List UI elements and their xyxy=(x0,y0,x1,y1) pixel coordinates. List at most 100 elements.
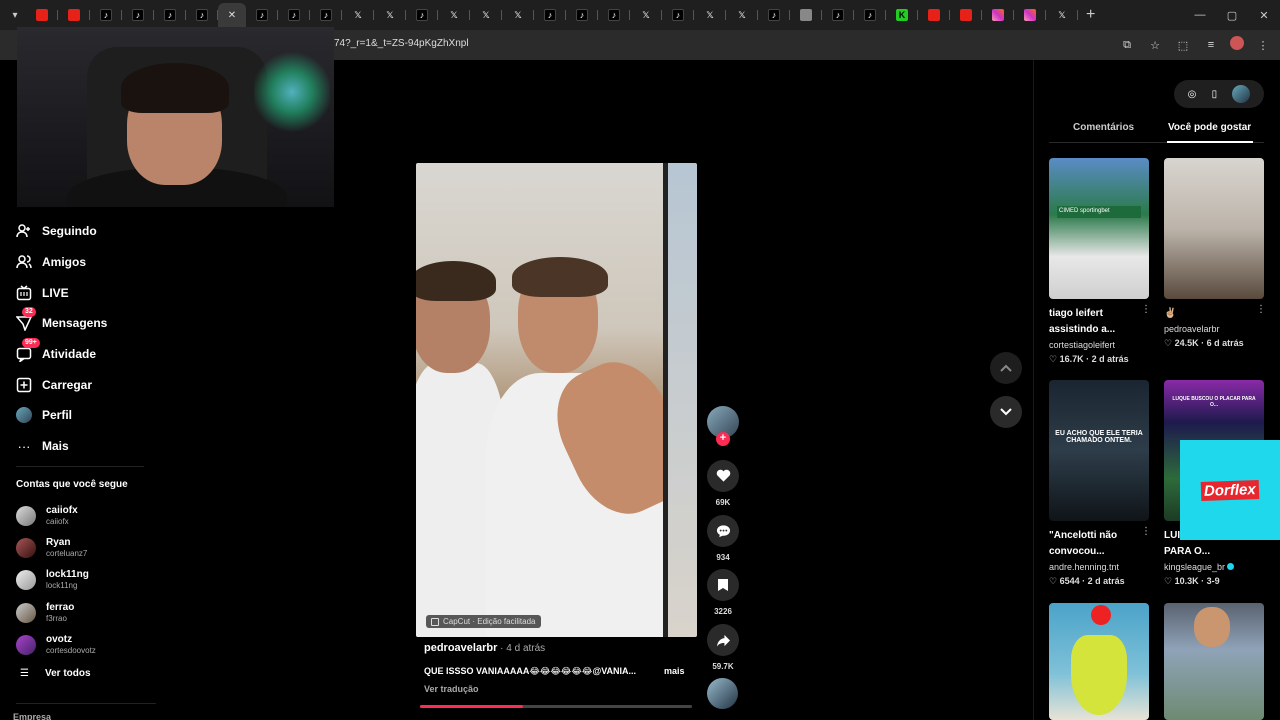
suggested-video-card[interactable] xyxy=(1164,603,1264,720)
tab-comments[interactable]: Comentários xyxy=(1073,122,1134,133)
browser-tab[interactable]: ♪ xyxy=(246,3,278,27)
browser-tab[interactable]: ♪ xyxy=(278,3,310,27)
card-author[interactable]: kingsleague_br xyxy=(1164,560,1264,574)
suggested-video-card[interactable]: EU ACHO QUE ELE TERIA CHAMADO ONTEM. "An… xyxy=(1049,380,1151,588)
close-tab-icon[interactable]: ✕ xyxy=(228,10,236,21)
account-item[interactable]: Ryan corteluanz7 xyxy=(16,532,156,564)
browser-tab[interactable]: ♪ xyxy=(122,3,154,27)
company-link[interactable]: Empresa xyxy=(13,712,51,720)
next-video-button[interactable] xyxy=(990,396,1022,428)
sidebar-item-more[interactable]: ··· Mais xyxy=(16,431,156,462)
follow-plus-icon[interactable]: + xyxy=(716,432,730,446)
video-progress-bar[interactable] xyxy=(420,705,692,708)
browser-tab[interactable]: ♪ xyxy=(186,3,218,27)
browser-tab[interactable]: 𝕏 xyxy=(1046,3,1078,27)
install-app-icon[interactable]: ⧉ xyxy=(1118,36,1136,54)
browser-menu-icon[interactable]: ⋮ xyxy=(1254,36,1272,54)
capcut-tag[interactable]: CapCut · Edição facilitada xyxy=(426,615,541,628)
sidebar-item-live[interactable]: LIVE xyxy=(16,277,156,308)
translate-button[interactable]: Ver tradução xyxy=(424,684,479,694)
caption-more-button[interactable]: mais xyxy=(664,666,685,676)
sidebar-item-activity[interactable]: 99+ Atividade xyxy=(16,338,156,370)
share-icon[interactable] xyxy=(707,624,739,656)
browser-tab[interactable] xyxy=(26,3,58,27)
suggested-video-card[interactable]: ✌🏼 pedroavelarbr ♡ 24.5K · 6 d atrás ⋮ xyxy=(1164,158,1266,350)
creator-avatar[interactable]: + xyxy=(707,406,739,446)
url-text[interactable]: 74?_r=1&_t=ZS-94pKgZhXnpl xyxy=(334,38,469,49)
card-author[interactable]: andre.henning.tnt xyxy=(1049,560,1149,574)
sidebar-item-friends[interactable]: Amigos xyxy=(16,247,156,278)
browser-tab[interactable]: K xyxy=(886,3,918,27)
browser-tab[interactable]: 𝕏 xyxy=(470,3,502,27)
minimize-button[interactable]: — xyxy=(1184,0,1216,30)
browser-tab[interactable]: ♪ xyxy=(534,3,566,27)
dorflex-ad-overlay[interactable]: Dorflex xyxy=(1180,440,1280,540)
sidebar-item-profile[interactable]: Perfil xyxy=(16,400,156,431)
compass-icon[interactable]: ◎ xyxy=(1188,89,1197,100)
browser-tab[interactable]: ♪ xyxy=(406,3,438,27)
browser-tab[interactable] xyxy=(918,3,950,27)
video-thumbnail[interactable] xyxy=(1164,603,1264,720)
browser-tab[interactable]: ♪ xyxy=(662,3,694,27)
browser-tab[interactable]: ♪ xyxy=(758,3,790,27)
comment-icon[interactable] xyxy=(707,515,739,547)
browser-tab[interactable]: ♪ xyxy=(310,3,342,27)
sidebar-item-upload[interactable]: Carregar xyxy=(16,369,156,400)
previous-video-button[interactable] xyxy=(990,352,1022,384)
suggested-video-card[interactable]: CIMED sportingbet tiago leifert assistin… xyxy=(1049,158,1151,366)
browser-tab[interactable]: 𝕏 xyxy=(694,3,726,27)
browser-tab[interactable]: 𝕏 xyxy=(502,3,534,27)
card-menu-icon[interactable]: ⋮ xyxy=(1141,304,1151,315)
card-menu-icon[interactable]: ⋮ xyxy=(1141,526,1151,537)
user-avatar[interactable] xyxy=(1232,85,1251,103)
heart-icon[interactable] xyxy=(707,460,739,492)
browser-tab[interactable]: ♪ xyxy=(566,3,598,27)
browser-tab[interactable] xyxy=(950,3,982,27)
account-item[interactable]: lock11ng lock11ng xyxy=(16,564,156,596)
account-item[interactable]: ferrao f3rrao xyxy=(16,597,156,629)
maximize-button[interactable]: ▢ xyxy=(1216,0,1248,30)
account-item[interactable]: ovotz cortesdoovotz xyxy=(16,629,156,661)
music-disc-avatar[interactable] xyxy=(707,678,738,709)
browser-tab[interactable]: ♪ xyxy=(854,3,886,27)
author-name[interactable]: pedroavelarbr xyxy=(424,642,497,654)
bookmark-star-icon[interactable]: ☆ xyxy=(1146,36,1164,54)
browser-tab[interactable]: ♪ xyxy=(154,3,186,27)
tab-search-dropdown[interactable]: ▾ xyxy=(4,4,26,26)
video-thumbnail[interactable]: EU ACHO QUE ELE TERIA CHAMADO ONTEM. xyxy=(1049,380,1149,521)
browser-tab[interactable]: 𝕏 xyxy=(630,3,662,27)
browser-tab[interactable] xyxy=(1014,3,1046,27)
browser-tab[interactable]: 𝕏 xyxy=(342,3,374,27)
browser-tab[interactable]: 𝕏 xyxy=(374,3,406,27)
card-author[interactable]: cortestiagoleifert xyxy=(1049,338,1149,352)
browser-tab[interactable] xyxy=(58,3,90,27)
account-item[interactable]: caiiofx caiiofx xyxy=(16,500,156,532)
browser-tab[interactable] xyxy=(982,3,1014,27)
video-thumbnail[interactable] xyxy=(1049,603,1149,720)
video-thumbnail[interactable] xyxy=(1164,158,1264,299)
extensions-icon[interactable]: ⬚ xyxy=(1174,36,1192,54)
browser-tab[interactable]: 𝕏 xyxy=(438,3,470,27)
see-all-button[interactable]: ☰ Ver todos xyxy=(20,668,91,679)
browser-tab[interactable] xyxy=(790,3,822,27)
suggested-video-card[interactable] xyxy=(1049,603,1149,720)
video-player[interactable]: CapCut · Edição facilitada xyxy=(416,163,697,637)
profile-avatar-icon[interactable] xyxy=(1230,36,1244,50)
sidebar-item-messages[interactable]: 32 Mensagens xyxy=(16,307,156,339)
browser-tab[interactable]: ♪ xyxy=(90,3,122,27)
browser-tab[interactable]: ♪ xyxy=(822,3,854,27)
phone-icon[interactable]: ▯ xyxy=(1212,89,1218,100)
browser-tab[interactable]: ♪ xyxy=(598,3,630,27)
sidebar-item-following[interactable]: Seguindo xyxy=(16,216,156,247)
media-controls-icon[interactable]: ≡ xyxy=(1202,36,1220,54)
browser-tab[interactable]: 𝕏 xyxy=(726,3,758,27)
tab-you-may-like[interactable]: Você pode gostar xyxy=(1168,122,1251,133)
new-tab-button[interactable]: + xyxy=(1086,6,1095,24)
card-author[interactable]: pedroavelarbr xyxy=(1164,322,1264,336)
browser-tab-active[interactable]: ✕ xyxy=(218,3,246,27)
bookmark-icon[interactable] xyxy=(707,569,739,601)
card-menu-icon[interactable]: ⋮ xyxy=(1256,304,1266,315)
video-thumbnail[interactable]: CIMED sportingbet xyxy=(1049,158,1149,299)
close-window-button[interactable]: ✕ xyxy=(1248,0,1280,30)
video-author[interactable]: pedroavelarbr · 4 d atrás xyxy=(424,642,689,654)
